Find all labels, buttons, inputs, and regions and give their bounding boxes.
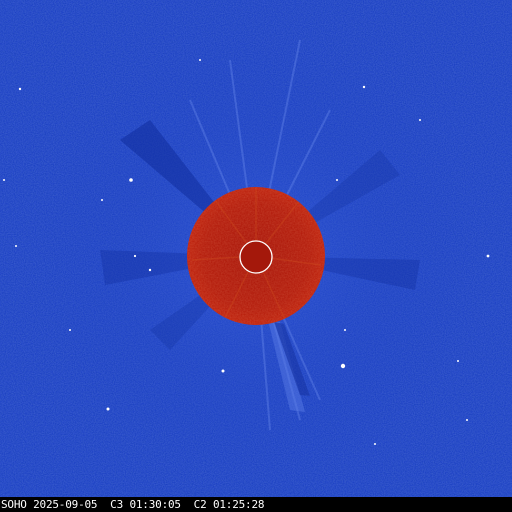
caption-text: SOHO 2025-09-05 C3 01:30:05 C2 01:25:28 [1, 498, 265, 511]
caption-bar: SOHO 2025-09-05 C3 01:30:05 C2 01:25:28 [0, 497, 512, 512]
coronagraph-field [0, 0, 512, 497]
coronagraph-image: SOHO 2025-09-05 C3 01:30:05 C2 01:25:28 [0, 0, 512, 512]
sun-outline [239, 240, 273, 274]
